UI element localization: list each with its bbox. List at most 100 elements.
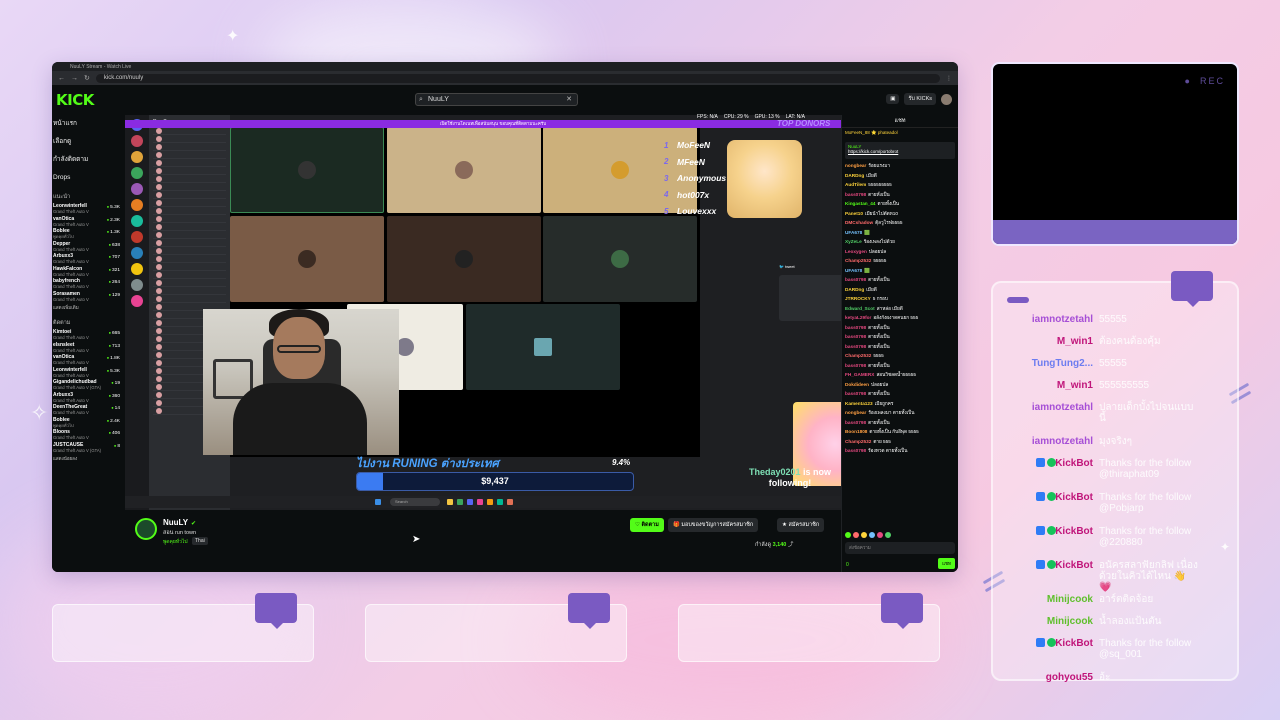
app-icon: [477, 499, 483, 505]
sidebar-channel[interactable]: Bobleeพูดคุยทั่วไป2.4K: [53, 417, 124, 430]
chat-username[interactable]: bass0798: [845, 448, 866, 453]
gift-sub-button[interactable]: 🎁 มอบของขวัญการสมัครสมาชิก: [668, 518, 759, 532]
user-avatar[interactable]: [941, 93, 952, 105]
chat-username[interactable]: Champ2532: [845, 353, 871, 358]
chat-username[interactable]: nongbear: [845, 410, 866, 415]
chat-username[interactable]: bass0798: [845, 334, 866, 339]
sidebar: หน้าแรก เลือกดู กำลังติดตาม Drops แนะนำ …: [52, 115, 124, 572]
channel-name[interactable]: NuuLY: [163, 518, 196, 527]
sidebar-channel[interactable]: LeonwinterfellGrand Theft Auto V5.3K: [53, 367, 124, 380]
chat-username[interactable]: Boon1808: [845, 429, 867, 434]
kick-logo[interactable]: KICK: [56, 91, 94, 109]
discord-channel-item: [153, 207, 226, 215]
chat-username[interactable]: Leoxygen: [845, 249, 867, 254]
chat-username[interactable]: bass0798: [845, 420, 866, 425]
emote-icon[interactable]: [845, 532, 851, 538]
chat-username[interactable]: AudTilem: [845, 182, 866, 187]
sidebar-channel[interactable]: DepperGrand Theft Auto V638: [53, 241, 124, 254]
sidebar-channel[interactable]: JUSTCAUSEGrand Theft Auto V (GTA)8: [53, 442, 124, 455]
show-less-link[interactable]: แสดงน้อยลง: [53, 454, 124, 464]
sidebar-channel[interactable]: SorasamenGrand Theft Auto V129: [53, 291, 124, 304]
browser-tab[interactable]: NuuLY Stream - Watch Live: [70, 64, 131, 70]
sidebar-channel[interactable]: Arbuxx3Grand Theft Auto V360: [53, 392, 124, 405]
chat-username[interactable]: JTRROCKY: [845, 296, 871, 301]
channel-avatar[interactable]: [135, 518, 157, 540]
chat-username[interactable]: bass0798: [845, 325, 866, 330]
chat-username[interactable]: DARDng: [845, 173, 864, 178]
emote-icon[interactable]: [877, 532, 883, 538]
stream-tag[interactable]: Thai: [192, 537, 208, 545]
kick-header: KICK ⌕ NuuLY ✕ ▣ รับ KICKs: [52, 85, 958, 115]
emote-icon[interactable]: [861, 532, 867, 538]
emote-icon[interactable]: [853, 532, 859, 538]
chat-username[interactable]: bass0798: [845, 277, 866, 282]
chat-username[interactable]: ketyaL29for: [845, 315, 871, 320]
pinned-message-link[interactable]: https://kick.com/portobrot: [848, 149, 898, 154]
chat-username[interactable]: Kingastan_44: [845, 201, 875, 206]
server-icon: [131, 263, 143, 275]
sidebar-item-home[interactable]: หน้าแรก: [53, 115, 124, 133]
sidebar-channel[interactable]: vanOticaGrand Theft Auto V2.3K: [53, 216, 124, 229]
overlay-chat-message: KickBot Thanks for the follow @thiraphat0…: [993, 457, 1241, 491]
chat-username[interactable]: UFA678: [845, 268, 862, 273]
chat-username[interactable]: bass0798: [845, 391, 866, 396]
emote-icon[interactable]: [869, 532, 875, 538]
chat-username[interactable]: Dokdideen: [845, 382, 869, 387]
chat-text: อลังกังผงาดคนยก 555: [873, 315, 919, 320]
sidebar-item-browse[interactable]: เลือกดู: [53, 133, 124, 151]
sidebar-channel[interactable]: KimtoeiGrand Theft Auto V665: [53, 329, 124, 342]
share-icon[interactable]: ⤴: [788, 542, 794, 548]
chat-username[interactable]: Kamenta123: [845, 401, 873, 406]
emote-icon[interactable]: [885, 532, 891, 538]
forward-icon[interactable]: →: [71, 75, 78, 82]
sidebar-channel[interactable]: babyfrenchGrand Theft Auto V264: [53, 278, 124, 291]
clear-search-icon[interactable]: ✕: [566, 94, 572, 105]
chat-username[interactable]: XyZeLe: [845, 239, 862, 244]
overlay-chat-username: KickBot: [1055, 526, 1093, 537]
chat-username[interactable]: Champ2532: [845, 439, 871, 444]
chat-username[interactable]: Panet10: [845, 211, 863, 216]
get-kicks-button[interactable]: รับ KICKs: [904, 93, 936, 105]
follow-alert: Theday0201 is now following!: [739, 467, 841, 489]
chat-points[interactable]: 0: [846, 562, 849, 568]
sidebar-channel[interactable]: LeonwinterfellGrand Theft Auto V5.3K: [53, 203, 124, 216]
wallet-icon[interactable]: ▣: [886, 94, 900, 104]
sidebar-channel[interactable]: DeenTheGreatGrand Theft Auto V14: [53, 404, 124, 417]
chat-username[interactable]: DMCshadow: [845, 220, 873, 225]
chat-send-button[interactable]: แชท: [938, 558, 955, 569]
address-bar[interactable]: kick.com/nuuly: [95, 73, 940, 83]
subscribe-button[interactable]: ★ สมัครสมาชิก: [777, 518, 825, 532]
chat-username[interactable]: Champ2532: [845, 258, 871, 263]
sidebar-channel[interactable]: Bobleeพูดคุยทั่วไป1.3K: [53, 228, 124, 241]
sidebar-channel[interactable]: elsnsleetGrand Theft Auto V713: [53, 342, 124, 355]
tweet-feed-panel: 🐦 tweet: [773, 184, 841, 510]
discord-channel-item: [153, 263, 226, 271]
sidebar-item-drops[interactable]: Drops: [53, 169, 124, 187]
show-more-link[interactable]: แสดงเพิ่มเติม: [53, 303, 124, 313]
chat-text: สาหล่อ เมียดี: [876, 305, 903, 311]
sidebar-channel-viewers: 360: [109, 393, 120, 399]
chat-input[interactable]: ส่งข้อความ: [845, 542, 955, 554]
back-icon[interactable]: ←: [58, 75, 65, 82]
stream-category[interactable]: พูดคุยทั่วไป: [163, 538, 188, 546]
search-input[interactable]: ⌕ NuuLY ✕: [415, 93, 578, 106]
sidebar-channel[interactable]: BloonsGrand Theft Auto V406: [53, 429, 124, 442]
chat-username[interactable]: DARDng: [845, 287, 864, 292]
chat-username[interactable]: bass0798: [845, 344, 866, 349]
chat-username[interactable]: bass0798: [845, 192, 866, 197]
extensions-icon[interactable]: ⋮: [946, 75, 952, 82]
sidebar-channel[interactable]: vanOticaGrand Theft Auto V1.8K: [53, 354, 124, 367]
chat-username[interactable]: FH_GAMERX: [845, 372, 874, 377]
sidebar-channel[interactable]: HawkFalconGrand Theft Auto V321: [53, 266, 124, 279]
overlay-chat-message: iamnotzetahl 55555: [993, 313, 1241, 335]
chat-text: เมียดี: [866, 172, 877, 178]
chat-username[interactable]: Edward_Scot: [845, 306, 875, 311]
chat-username[interactable]: bass0798: [845, 363, 866, 368]
sidebar-item-following[interactable]: กำลังติดตาม: [53, 151, 124, 169]
sidebar-channel[interactable]: Gigandelichudbad Grand Theft Auto V (GTA)…: [53, 379, 124, 392]
reload-icon[interactable]: ↻: [84, 74, 90, 82]
chat-username[interactable]: UFA678: [845, 230, 862, 235]
sidebar-channel[interactable]: Arbuxx3Grand Theft Auto V707: [53, 253, 124, 266]
follow-button[interactable]: ♡ ติดตาม: [630, 518, 664, 532]
chat-username[interactable]: nongbear: [845, 163, 866, 168]
